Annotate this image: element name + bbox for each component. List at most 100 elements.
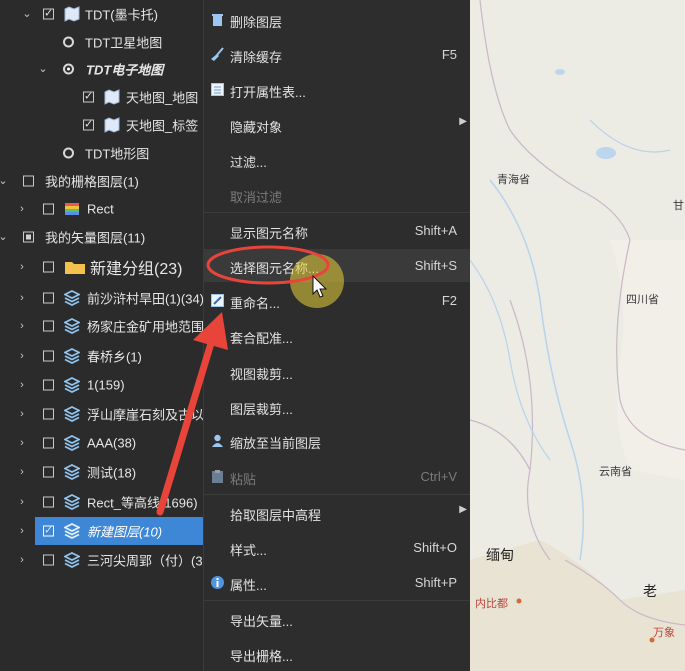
tree-row-vector-layer[interactable]: › 杨家庄金矿用地范围 — [0, 312, 203, 340]
menu-item-pick-elevation[interactable]: 拾取图层中高程 ▶ — [204, 496, 471, 529]
layer-checkbox[interactable] — [43, 379, 54, 391]
menu-item-label: 显示图元名称 — [230, 226, 309, 241]
menu-item-export-vector[interactable]: 导出矢量... — [204, 602, 471, 635]
layer-checkbox[interactable] — [83, 90, 94, 103]
menu-item-select-feature-name[interactable]: 选择图元名称... Shift+S — [204, 249, 471, 282]
layers-icon — [62, 317, 82, 335]
layer-checkbox[interactable] — [43, 466, 54, 478]
menu-item-rename[interactable]: 重命名... F2 — [204, 284, 471, 317]
chevron-right-icon[interactable]: › — [16, 292, 28, 304]
layer-checkbox[interactable] — [43, 7, 54, 20]
chevron-right-icon[interactable]: › — [16, 496, 28, 508]
chevron-right-icon[interactable]: › — [16, 437, 28, 449]
menu-item-hide-objects[interactable]: 隐藏对象 ▶ — [204, 108, 471, 141]
tree-row-vector-layer[interactable]: › 浮山摩崖石刻及古以 — [0, 400, 203, 428]
menu-item-label: 删除图层 — [230, 15, 283, 30]
chevron-right-icon[interactable]: › — [16, 350, 28, 362]
tree-row-tdt-satellite[interactable]: TDT卫星地图 — [0, 28, 203, 56]
layer-checkbox[interactable] — [43, 292, 54, 304]
layer-checkbox[interactable] — [43, 320, 54, 332]
menu-item-clear-cache[interactable]: 清除缓存 F5 — [204, 38, 471, 71]
tree-row-label: TDT卫星地图 — [85, 35, 163, 51]
tree-row-tianditu-map[interactable]: 天地图_地图 — [0, 83, 203, 111]
menu-item-properties[interactable]: 属性... Shift+P — [204, 566, 471, 599]
menu-item-delete-layer[interactable]: 删除图层 — [204, 3, 471, 36]
layer-checkbox[interactable] — [23, 175, 34, 187]
menu-item-export-raster[interactable]: 导出栅格... — [204, 637, 471, 670]
tree-row-raster-group[interactable]: ⌄ 我的栅格图层(1) — [0, 167, 203, 195]
map-label-yunnan: 云南省 — [599, 466, 632, 478]
menu-item-label: 过滤... — [230, 155, 267, 170]
menu-item-label: 打开属性表... — [230, 85, 306, 100]
chevron-right-icon[interactable]: › — [16, 261, 28, 273]
chevron-down-icon[interactable]: ⌄ — [0, 231, 9, 243]
map-label-vientiane: 万象 — [653, 627, 675, 639]
chevron-down-icon[interactable]: ⌄ — [37, 63, 49, 75]
menu-item-view-clip[interactable]: 视图裁剪... — [204, 355, 471, 388]
chevron-right-icon[interactable]: › — [16, 203, 28, 215]
menu-separator — [204, 494, 471, 495]
tree-row-label: 春桥乡(1) — [87, 349, 142, 365]
map-label-laos: 老 — [643, 583, 657, 599]
tree-row-vector-group[interactable]: ⌄ 我的矢量图层(11) — [0, 223, 203, 251]
chevron-down-icon[interactable]: ⌄ — [21, 8, 33, 20]
layer-checkbox[interactable] — [43, 437, 54, 449]
menu-item-georeference[interactable]: 套合配准... — [204, 319, 471, 352]
menu-item-label: 视图裁剪... — [230, 367, 293, 382]
layer-checkbox[interactable] — [43, 496, 54, 508]
layer-checkbox[interactable] — [43, 261, 54, 273]
chevron-right-icon[interactable]: › — [16, 379, 28, 391]
menu-item-open-attribute-table[interactable]: 打开属性表... — [204, 73, 471, 106]
tree-row-vector-layer[interactable]: › 三河尖周郢（付）(3 — [0, 546, 203, 574]
layers-icon — [62, 551, 82, 569]
tree-row-vector-layer[interactable]: › 1(159) — [0, 371, 203, 399]
tree-row-vector-layer[interactable]: › AAA(38) — [0, 429, 203, 457]
tree-row-tdt-electronic[interactable]: ⌄ TDT电子地图 — [0, 55, 203, 83]
chevron-right-icon[interactable]: › — [16, 320, 28, 332]
layer-checkbox[interactable] — [43, 524, 54, 537]
menu-item-style[interactable]: 样式... Shift+O — [204, 531, 471, 564]
menu-item-label: 重命名... — [230, 296, 280, 311]
chevron-right-icon[interactable]: › — [16, 554, 28, 566]
tree-row-tdt-mercator[interactable]: ⌄ TDT(墨卡托) — [0, 0, 203, 28]
chevron-right-icon[interactable]: › — [16, 408, 28, 420]
tree-row-vector-layer[interactable]: › Rect_等高线(1696) — [0, 488, 203, 516]
menu-item-label: 样式... — [230, 543, 267, 558]
tree-row-tianditu-label[interactable]: 天地图_标签 — [0, 111, 203, 139]
radio-button[interactable] — [63, 147, 74, 159]
menu-item-cancel-filter[interactable]: 取消过滤 — [204, 178, 471, 211]
layers-icon — [62, 434, 82, 452]
menu-item-filter[interactable]: 过滤... — [204, 143, 471, 176]
chevron-right-icon[interactable]: › — [16, 466, 28, 478]
radio-button[interactable] — [63, 63, 74, 75]
layer-checkbox[interactable] — [43, 203, 54, 215]
tree-row-vector-layer[interactable]: › 前沙浒村旱田(1)(34) — [0, 284, 203, 312]
map-label-qinghai: 青海省 — [497, 174, 530, 186]
tree-row-label: Rect — [87, 201, 114, 217]
map-icon — [104, 117, 120, 133]
tree-row-tdt-terrain[interactable]: TDT地形图 — [0, 139, 203, 167]
layer-checkbox[interactable] — [43, 350, 54, 362]
menu-item-zoom-to-layer[interactable]: 缩放至当前图层 — [204, 424, 471, 457]
tree-row-vector-layer[interactable]: › 测试(18) — [0, 458, 203, 486]
radio-button[interactable] — [63, 36, 74, 48]
chevron-right-icon[interactable]: › — [16, 525, 28, 537]
chevron-down-icon[interactable]: ⌄ — [0, 175, 9, 187]
folder-icon — [64, 259, 86, 275]
menu-item-shortcut: Shift+O — [413, 540, 457, 555]
tree-row-vector-layer[interactable]: › 春桥乡(1) — [0, 342, 203, 370]
tree-row-rect[interactable]: › Rect — [0, 195, 203, 223]
tree-row-new-group[interactable]: › 新建分组(23) — [0, 253, 203, 281]
layer-checkbox[interactable] — [43, 554, 54, 566]
menu-item-show-feature-names[interactable]: 显示图元名称 Shift+A — [204, 214, 471, 247]
tree-row-label: Rect_等高线(1696) — [87, 495, 198, 511]
menu-item-label: 隐藏对象 — [230, 120, 283, 135]
map-view[interactable]: 青海省 甘 四川省 云南省 缅甸 老 内比都 万象 — [470, 0, 685, 671]
tree-row-new-layer-selected[interactable]: 新建图层(10) — [35, 517, 203, 545]
layer-checkbox[interactable] — [23, 231, 34, 243]
menu-item-layer-clip[interactable]: 图层裁剪... — [204, 390, 471, 423]
layer-checkbox[interactable] — [83, 118, 94, 131]
layer-checkbox[interactable] — [43, 408, 54, 420]
menu-item-paste[interactable]: 粘贴 Ctrl+V — [204, 460, 471, 493]
menu-item-label: 属性... — [230, 578, 267, 593]
